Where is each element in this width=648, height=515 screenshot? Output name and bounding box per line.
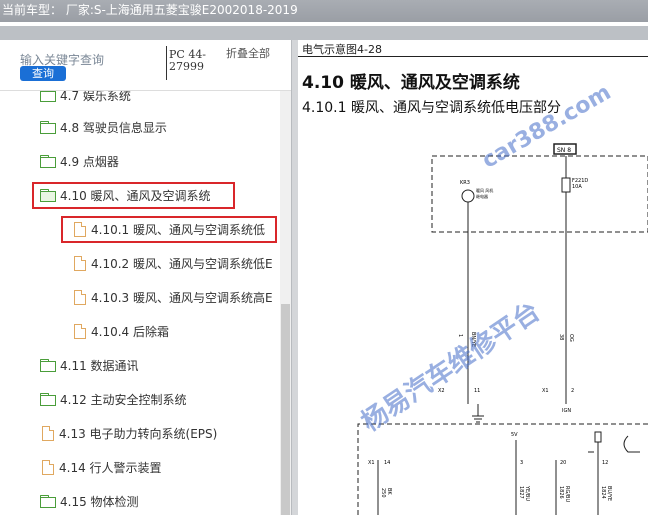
tree-item-label: 4.10.3 暖风、通风与空调系统高E — [91, 290, 273, 305]
document-icon — [42, 425, 54, 441]
wire-3-num: 250 — [380, 488, 386, 498]
figure-rule — [298, 56, 648, 57]
tree-item-label: 4.9 点烟器 — [60, 154, 119, 169]
wire-3-color: BK — [386, 488, 392, 495]
tree-item-4-10-4[interactable]: 4.10.4 后除霜 — [74, 319, 169, 343]
folder-icon — [40, 359, 56, 372]
tree-item-label: 4.12 主动安全控制系统 — [60, 392, 187, 407]
pin-3: 3 — [520, 460, 523, 466]
resistor-symbol — [594, 431, 602, 443]
tree-item-4-13[interactable]: 4.13 电子助力转向系统(EPS) — [42, 421, 217, 445]
folder-icon — [40, 91, 56, 102]
highlight-box-4-10-1 — [61, 216, 277, 243]
document-icon — [74, 255, 86, 271]
ign-label: IGN — [562, 408, 571, 414]
tree-item-4-15[interactable]: 4.15 物体检测 — [40, 489, 139, 513]
toolbar-strip — [0, 26, 648, 40]
folder-icon — [40, 495, 56, 508]
tree-item-4-10-2[interactable]: 4.10.2 暖风、通风与空调系统低E — [74, 251, 273, 275]
scrollbar-thumb[interactable] — [281, 304, 290, 515]
pin-12: 12 — [602, 460, 608, 466]
wire-4-num: 1827 — [518, 486, 524, 499]
tree-item-label: 4.13 电子助力转向系统(EPS) — [59, 426, 218, 441]
fuse-symbol — [561, 177, 571, 193]
tree-item-label: 4.8 驾驶员信息显示 — [60, 120, 167, 135]
relay-label: KR3 — [460, 180, 470, 186]
current-vehicle-text: 当前车型： 厂家:S-上海通用五菱宝骏E2002018-2019 — [2, 3, 298, 17]
pin-14: 14 — [384, 460, 390, 466]
connector-x1-pin: 2 — [571, 388, 574, 394]
tree-item-label: 4.10.2 暖风、通风与空调系统低E — [91, 256, 273, 271]
document-icon — [42, 459, 54, 475]
tree-item-4-14[interactable]: 4.14 行人警示装置 — [42, 455, 162, 479]
relay-desc-1: 暖风 风机 — [476, 187, 493, 193]
collapse-all-button[interactable]: 折叠全部 — [226, 48, 270, 60]
toc-tree: 4.7 娱乐系统 4.8 驾驶员信息显示 4.9 点烟器 4.10 暖风、通风及… — [0, 91, 280, 515]
pc-code-label: PC 44-27999 — [166, 46, 218, 80]
wire-4-color: YE/BU — [524, 485, 530, 501]
tree-item-4-11[interactable]: 4.11 数据通讯 — [40, 353, 139, 377]
tree-item-label: 4.14 行人警示装置 — [59, 460, 162, 475]
wire-2-num: 38 — [558, 334, 564, 340]
document-icon — [74, 289, 86, 305]
tree-item-label: 4.7 娱乐系统 — [60, 91, 131, 103]
relay-symbol — [461, 189, 475, 203]
wiring-diagram: SN 8 KR3 暖风 风机 继电器 F221D 10A 1 BN/YE 38 … — [357, 143, 648, 515]
wire-2-color: OG — [568, 334, 574, 342]
wire-6-num: 1824 — [600, 486, 606, 499]
connector-x1: X1 — [542, 388, 549, 394]
tree-item-4-7[interactable]: 4.7 娱乐系统 — [40, 91, 131, 107]
module-outline — [357, 423, 648, 515]
tree-item-label: 4.15 物体检测 — [60, 494, 139, 509]
wire-5-num: 1826 — [558, 486, 564, 499]
document-icon — [74, 323, 86, 339]
highlight-box-4-10 — [32, 182, 235, 209]
document-pane: 电气示意图4-28 4.10 暖风、通风及空调系统 4.10.1 暖风、通风与空… — [298, 40, 648, 515]
section-title: 4.10 暖风、通风及空调系统 — [302, 73, 520, 93]
tree-item-label: 4.10.4 后除霜 — [91, 324, 169, 339]
connector-x1b: X1 — [368, 460, 375, 466]
v5-label: 5V — [511, 432, 518, 438]
subsection-title: 4.10.1 暖风、通风与空调系统低电压部分 — [302, 100, 561, 116]
pane-splitter[interactable] — [291, 40, 298, 515]
search-row: 查询 PC 44-27999 折叠全部 — [0, 40, 291, 90]
connector-x2-pin: 11 — [474, 388, 480, 394]
wire-6-color: BU/YE — [606, 486, 612, 501]
fuse-box-label: SN 8 — [557, 147, 571, 154]
tree-scrollbar[interactable] — [280, 91, 291, 515]
left-pane: 查询 PC 44-27999 折叠全部 4.7 娱乐系统 4.8 驾驶员信息显示… — [0, 40, 291, 515]
folder-icon — [40, 393, 56, 406]
tree-item-4-8[interactable]: 4.8 驾驶员信息显示 — [40, 115, 167, 139]
relay-desc-2: 继电器 — [476, 193, 488, 199]
tree-item-4-9[interactable]: 4.9 点烟器 — [40, 149, 119, 173]
tree-item-label: 4.11 数据通讯 — [60, 358, 139, 373]
figure-label: 电气示意图4-28 — [302, 43, 382, 56]
current-vehicle-bar: 当前车型： 厂家:S-上海通用五菱宝骏E2002018-2019 — [0, 0, 648, 22]
search-button[interactable]: 查询 — [20, 66, 66, 81]
wire-5-color: RG/BU — [564, 486, 570, 502]
tree-item-4-12[interactable]: 4.12 主动安全控制系统 — [40, 387, 187, 411]
folder-icon — [40, 155, 56, 168]
folder-icon — [40, 121, 56, 134]
pin-20: 20 — [560, 460, 566, 466]
switch-symbol — [623, 435, 640, 453]
tree-item-4-10-3[interactable]: 4.10.3 暖风、通风与空调系统高E — [74, 285, 273, 309]
fuse-amp-label: 10A — [572, 184, 582, 190]
